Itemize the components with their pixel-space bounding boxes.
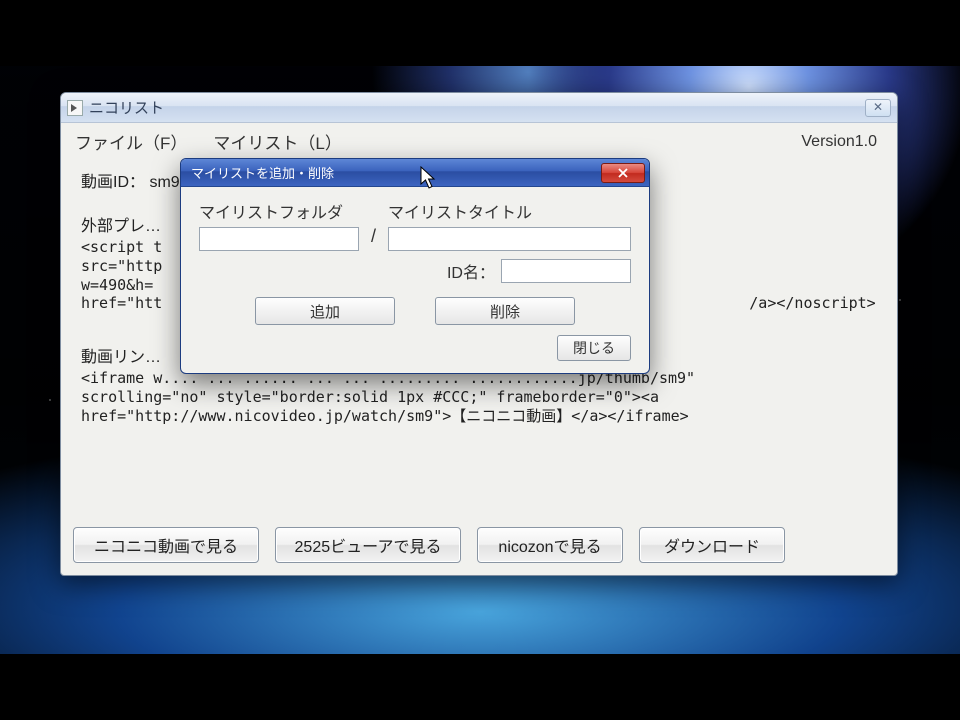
video-id-value: sm9 <box>149 174 179 191</box>
mylist-title-input[interactable] <box>388 227 631 251</box>
menu-mylist[interactable]: マイリスト（L） <box>213 129 341 154</box>
bottom-toolbar: ニコニコ動画で見る 2525ビューアで見る nicozonで見る ダウンロード <box>73 527 885 563</box>
close-button[interactable]: 閉じる <box>557 335 631 361</box>
menubar: ファイル（F） マイリスト（L） Version1.0 <box>61 123 897 160</box>
niconico-button[interactable]: ニコニコ動画で見る <box>73 527 259 563</box>
nicozon-button[interactable]: nicozonで見る <box>477 527 623 563</box>
menu-file[interactable]: ファイル（F） <box>75 129 187 154</box>
dialog-titlebar[interactable]: マイリストを追加・削除 <box>181 159 649 187</box>
download-button[interactable]: ダウンロード <box>639 527 785 563</box>
id-input[interactable] <box>501 259 631 283</box>
app-icon <box>67 100 83 116</box>
id-label: ID名： <box>447 259 495 283</box>
letterbox-top <box>0 0 960 66</box>
window-title: ニコリスト <box>89 97 164 118</box>
mylist-dialog: マイリストを追加・削除 マイリストフォルダ / マイリストタイトル ID名： 追… <box>180 158 650 374</box>
mylist-title-label: マイリストタイトル <box>388 199 631 223</box>
close-icon <box>618 168 628 178</box>
dialog-title: マイリストを追加・削除 <box>185 163 601 182</box>
add-button[interactable]: 追加 <box>255 297 395 325</box>
viewer2525-button[interactable]: 2525ビューアで見る <box>275 527 461 563</box>
window-close-button[interactable]: ✕ <box>865 99 891 117</box>
folder-input[interactable] <box>199 227 359 251</box>
letterbox-bottom <box>0 654 960 720</box>
slash-separator: / <box>369 226 378 251</box>
main-titlebar[interactable]: ニコリスト ✕ <box>61 93 897 123</box>
version-label: Version1.0 <box>801 133 877 151</box>
video-id-label: 動画ID： <box>81 174 145 191</box>
video-link-code[interactable]: <iframe w.... ... ...... ... ... .......… <box>81 369 877 425</box>
folder-label: マイリストフォルダ <box>199 199 359 223</box>
delete-button[interactable]: 削除 <box>435 297 575 325</box>
dialog-close-x[interactable] <box>601 163 645 183</box>
